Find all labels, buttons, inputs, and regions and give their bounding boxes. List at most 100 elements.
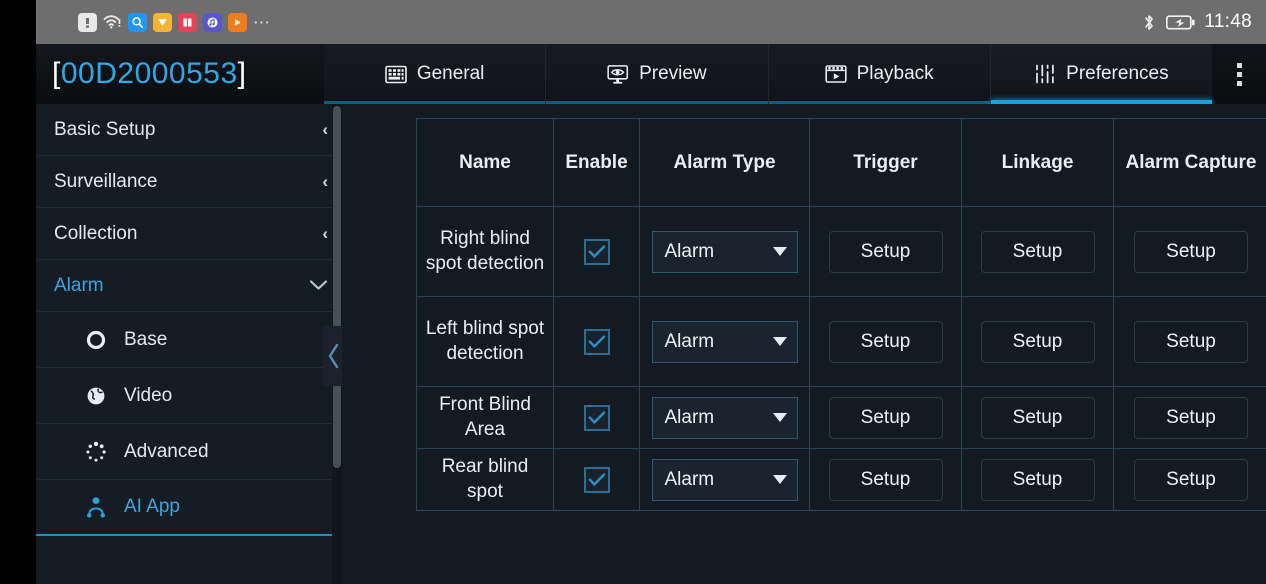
row-name: Left blind spot detection — [425, 317, 545, 364]
globe-icon — [84, 384, 108, 408]
sidebar-item-base[interactable]: Base — [36, 312, 342, 368]
app-body: Basic Setup ‹ Surveillance ‹ Collection … — [36, 104, 1266, 584]
linkage-setup-button[interactable]: Setup — [980, 396, 1095, 439]
music-icon — [203, 12, 222, 32]
sidebar-item-collection[interactable]: Collection ‹ — [36, 208, 342, 260]
sidebar-item-label: Alarm — [54, 274, 104, 296]
sidebar-item-label: Collection — [54, 222, 138, 244]
column-header-trigger: Trigger — [809, 118, 962, 207]
book-icon — [178, 12, 197, 32]
sidebar-item-basic-setup[interactable]: Basic Setup ‹ — [36, 104, 342, 156]
alarm-type-value: Alarm — [664, 468, 715, 490]
sidebar-item-label: AI App — [124, 496, 180, 517]
alarm-capture-setup-button[interactable]: Setup — [1134, 396, 1248, 439]
tab-preferences-label: Preferences — [1066, 63, 1169, 84]
sidebar-item-label: Basic Setup — [54, 118, 156, 140]
column-header-enable: Enable — [553, 118, 640, 207]
status-right-tray: 11:48 — [1139, 11, 1252, 33]
table-header: Name Enable Alarm Type Trigger Linkage A… — [416, 118, 1266, 207]
column-header-alarm-type: Alarm Type — [639, 118, 810, 207]
tab-playback[interactable]: Playback — [768, 44, 991, 104]
sidebar-item-label: Advanced — [124, 440, 209, 462]
alarm-type-value: Alarm — [664, 330, 715, 352]
tab-general[interactable]: General — [324, 44, 547, 104]
more-icon: ⋯ — [253, 12, 270, 32]
sidebar-item-label: Surveillance — [54, 170, 158, 192]
alarm-type-select[interactable]: Alarm — [651, 396, 798, 439]
table-header-row: Name Enable Alarm Type Trigger Linkage A… — [416, 118, 1266, 207]
alarm-type-value: Alarm — [664, 240, 715, 262]
tab-preferences[interactable]: Preferences — [990, 44, 1213, 104]
table-row: Right blind spot detection Alarm Setup S… — [416, 206, 1266, 297]
alarm-type-value: Alarm — [664, 406, 715, 428]
wifi-alert-icon — [103, 13, 122, 32]
alarm-capture-setup-button[interactable]: Setup — [1134, 458, 1248, 501]
column-header-linkage: Linkage — [961, 118, 1114, 207]
video-play-icon — [228, 12, 247, 32]
alarm-type-select[interactable]: Alarm — [651, 458, 798, 501]
enable-checkbox[interactable] — [583, 328, 610, 355]
column-header-alarm-capture: Alarm Capture — [1113, 118, 1266, 207]
tab-playback-label: Playback — [856, 63, 934, 84]
enable-checkbox[interactable] — [583, 466, 610, 493]
row-name: Rear blind spot — [441, 455, 529, 502]
ring-circle-icon — [84, 328, 108, 352]
trigger-setup-button[interactable]: Setup — [828, 230, 943, 273]
sidebar-item-surveillance[interactable]: Surveillance ‹ — [36, 156, 342, 208]
bracket-open: [ — [52, 57, 61, 90]
kebab-dot — [1236, 62, 1242, 68]
tab-preview[interactable]: Preview — [546, 44, 769, 104]
main-content: Name Enable Alarm Type Trigger Linkage A… — [342, 104, 1266, 584]
chevron-down-icon — [309, 277, 328, 294]
app-header: [00D2000553] General Preview Playback Pr… — [36, 44, 1266, 104]
column-header-name: Name — [416, 118, 554, 207]
enable-checkbox[interactable] — [583, 238, 610, 265]
chevron-left-icon — [328, 343, 339, 369]
status-bar: ⋯ 11:48 — [36, 0, 1266, 44]
alarm-settings-table: Name Enable Alarm Type Trigger Linkage A… — [416, 118, 1266, 511]
chevron-down-icon — [772, 337, 787, 346]
sidebar-item-advanced[interactable]: Advanced — [36, 424, 342, 480]
enable-checkbox[interactable] — [583, 404, 610, 431]
bracket-close: ] — [237, 57, 247, 90]
bluetooth-icon — [1139, 13, 1158, 32]
table-row: Front Blind Area Alarm Setup Setup Setup — [416, 386, 1266, 449]
kebab-dot — [1236, 71, 1242, 77]
app-root: ⋯ 11:48 [00D2000553] General Preview Pla… — [0, 0, 1266, 584]
linkage-setup-button[interactable]: Setup — [980, 320, 1095, 363]
device-id-value: 00D2000553 — [60, 57, 238, 90]
row-name: Front Blind Area — [439, 393, 531, 440]
alarm-type-select[interactable]: Alarm — [651, 320, 798, 363]
chevron-down-icon — [772, 247, 787, 256]
alarm-capture-setup-button[interactable]: Setup — [1134, 230, 1248, 273]
sidebar-item-ai-app[interactable]: AI App — [36, 480, 342, 536]
sidebar-item-alarm[interactable]: Alarm — [36, 260, 342, 312]
chevron-down-icon — [772, 475, 787, 484]
sidebar-scrollbar-thumb[interactable] — [333, 106, 341, 468]
alarm-type-select[interactable]: Alarm — [651, 230, 798, 273]
row-name: Right blind spot detection — [425, 227, 545, 274]
trigger-setup-button[interactable]: Setup — [828, 458, 943, 501]
tab-preview-label: Preview — [639, 63, 707, 84]
keypad-grid-icon — [385, 63, 407, 85]
alert-icon — [78, 12, 97, 32]
sliders-icon — [1034, 63, 1056, 85]
device-id: [00D2000553] — [36, 44, 324, 104]
table-row: Left blind spot detection Alarm Setup Se… — [416, 296, 1266, 387]
chevron-down-icon — [772, 413, 787, 422]
alarm-capture-setup-button[interactable]: Setup — [1134, 320, 1248, 363]
table-row: Rear blind spot Alarm Setup Setup Setup — [416, 448, 1266, 511]
linkage-setup-button[interactable]: Setup — [980, 230, 1095, 273]
sidebar: Basic Setup ‹ Surveillance ‹ Collection … — [36, 104, 342, 584]
battery-charging-icon — [1166, 13, 1196, 32]
trigger-setup-button[interactable]: Setup — [828, 396, 943, 439]
sidebar-item-video[interactable]: Video — [36, 368, 342, 424]
trigger-setup-button[interactable]: Setup — [828, 320, 943, 363]
kebab-menu-icon[interactable] — [1212, 44, 1266, 104]
monitor-eye-icon — [607, 63, 629, 85]
status-clock: 11:48 — [1204, 11, 1252, 32]
status-icon-tray: ⋯ — [78, 12, 270, 32]
ai-person-icon — [84, 495, 108, 519]
linkage-setup-button[interactable]: Setup — [980, 458, 1095, 501]
search-icon — [128, 12, 147, 32]
